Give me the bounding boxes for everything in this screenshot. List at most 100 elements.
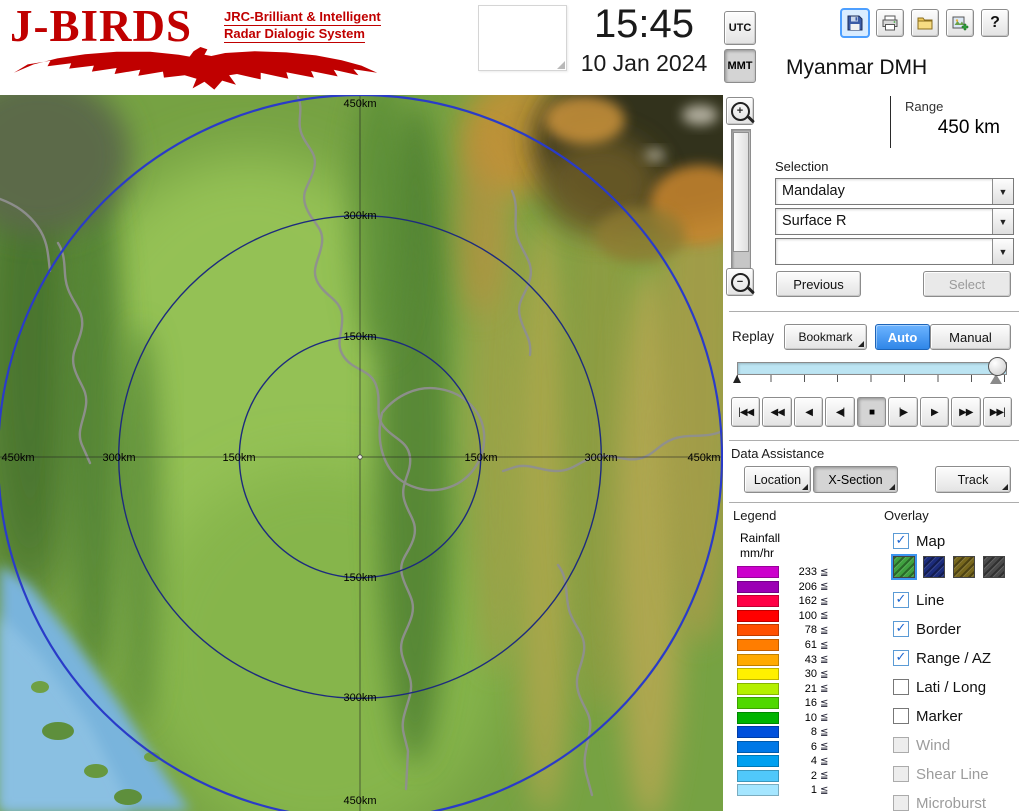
xsection-button[interactable]: X-Section [813,466,898,493]
separator [729,311,1019,315]
legend-operator: ≦ [820,770,828,781]
checkbox[interactable] [893,679,909,695]
legend-value: 16 [783,697,817,709]
manual-replay-button[interactable]: Manual [930,324,1011,350]
overlay-item-border[interactable]: ✓ Border [893,619,991,639]
checkbox[interactable]: ✓ [893,592,909,608]
ring-label: 300km [343,692,376,704]
clock-date: 10 Jan 2024 [558,50,730,77]
legend-row: 100≦ [737,609,828,624]
replay-timeline-track[interactable] [737,362,1007,375]
dropdown-arrow-button[interactable]: ▼ [992,179,1013,204]
overlay-item-label: Border [916,621,961,638]
legend-operator: ≦ [820,640,828,651]
legend-value: 2 [783,770,817,782]
bookmark-button[interactable]: Bookmark [784,324,867,350]
preview-box[interactable] [478,5,567,71]
save-button[interactable] [840,8,870,38]
data-assistance-label: Data Assistance [731,446,824,461]
legend-operator: ≦ [820,654,828,665]
playback-play-forward-button[interactable]: ▶ [920,397,949,427]
map-color-swatch-2[interactable] [953,556,975,578]
checkbox[interactable]: ✓ [893,621,909,637]
legend-color-swatch [737,595,779,607]
ring-label: 150km [222,452,255,464]
legend-color-swatch [737,770,779,782]
separator [729,440,1019,444]
map-color-row [893,556,1005,578]
utc-button[interactable]: UTC [724,11,756,45]
ring-label: 450km [1,452,34,464]
ring-label: 150km [464,452,497,464]
select-button[interactable]: Select [923,271,1011,297]
legend-color-swatch [737,654,779,666]
map-color-swatch-3[interactable] [983,556,1005,578]
legend-operator: ≦ [820,727,828,738]
map-color-swatch-1[interactable] [923,556,945,578]
ring-label: 150km [343,572,376,584]
corner-triangle-icon [802,484,808,490]
export-image-button[interactable] [946,9,974,37]
playback-stop-button[interactable]: ■ [857,397,886,427]
ring-label: 150km [343,331,376,343]
radar-map-canvas[interactable]: 450km 300km 150km 150km 300km 450km 450k… [0,95,723,811]
legend-value: 78 [783,624,817,636]
playback-fast-forward-button[interactable]: ▶▶ [951,397,980,427]
replay-timeline-handle[interactable] [988,357,1007,376]
legend-color-swatch [737,712,779,724]
zoom-out-button[interactable]: − [726,268,754,296]
legend-operator: ≦ [820,756,828,767]
zoom-in-button[interactable]: + [726,97,754,125]
extra-dropdown[interactable]: ▼ [775,238,1014,265]
legend-row: 162≦ [737,594,828,609]
map-color-swatch-0[interactable] [893,556,915,578]
zoom-slider[interactable] [731,129,751,269]
timeline-start-marker-icon [733,375,741,383]
magnifier-handle [747,116,755,124]
location-button[interactable]: Location [744,466,811,493]
chevron-down-icon: ▼ [999,247,1008,257]
mmt-button[interactable]: MMT [724,49,756,83]
legend-row: 78≦ [737,623,828,638]
add-image-icon [951,14,969,32]
open-folder-button[interactable] [911,9,939,37]
checkbox[interactable]: ✓ [893,650,909,666]
site-dropdown-value: Mandalay [776,179,992,204]
playback-skip-to-end-button[interactable]: ▶▶| [983,397,1012,427]
overlay-item-line[interactable]: ✓Line [893,590,991,610]
overlay-item-range-az[interactable]: ✓ Range / AZ [893,648,991,668]
playback-fast-rewind-button[interactable]: ◀◀ [762,397,791,427]
overlay-item-label: Range / AZ [916,650,991,667]
overlay-title: Overlay [884,508,929,523]
print-button[interactable] [876,9,904,37]
overlay-item-lati-long[interactable]: Lati / Long [893,677,991,697]
dropdown-arrow-button[interactable]: ▼ [992,209,1013,234]
playback-step-forward-button[interactable]: |▶ [888,397,917,427]
site-dropdown[interactable]: Mandalay ▼ [775,178,1014,205]
legend-value: 30 [783,668,817,680]
legend-row: 6≦ [737,740,828,755]
dropdown-arrow-button[interactable]: ▼ [992,239,1013,264]
legend-color-swatch [737,581,779,593]
legend-unit-line1: Rainfall [740,531,780,545]
overlay-item-map[interactable]: ✓ Map [893,531,945,551]
help-button[interactable]: ? [981,9,1009,37]
playback-step-backward-button[interactable]: ◀| [825,397,854,427]
track-button[interactable]: Track [935,466,1011,493]
legend-operator: ≦ [820,785,828,796]
checkbox[interactable]: ✓ [893,533,909,549]
range-label: Range [905,99,943,114]
product-dropdown[interactable]: Surface R ▼ [775,208,1014,235]
checkbox[interactable] [893,708,909,724]
previous-button[interactable]: Previous [776,271,861,297]
playback-skip-to-start-button[interactable]: |◀◀ [731,397,760,427]
selection-label: Selection [775,159,828,174]
legend-value: 100 [783,610,817,622]
chevron-down-icon: ▼ [999,187,1008,197]
overlay-item-marker[interactable]: Marker [893,706,991,726]
auto-replay-button[interactable]: Auto [875,324,930,350]
zoom-slider-thumb[interactable] [733,132,749,252]
legend-color-swatch [737,784,779,796]
legend-value: 162 [783,595,817,607]
playback-play-backward-button[interactable]: ◀ [794,397,823,427]
